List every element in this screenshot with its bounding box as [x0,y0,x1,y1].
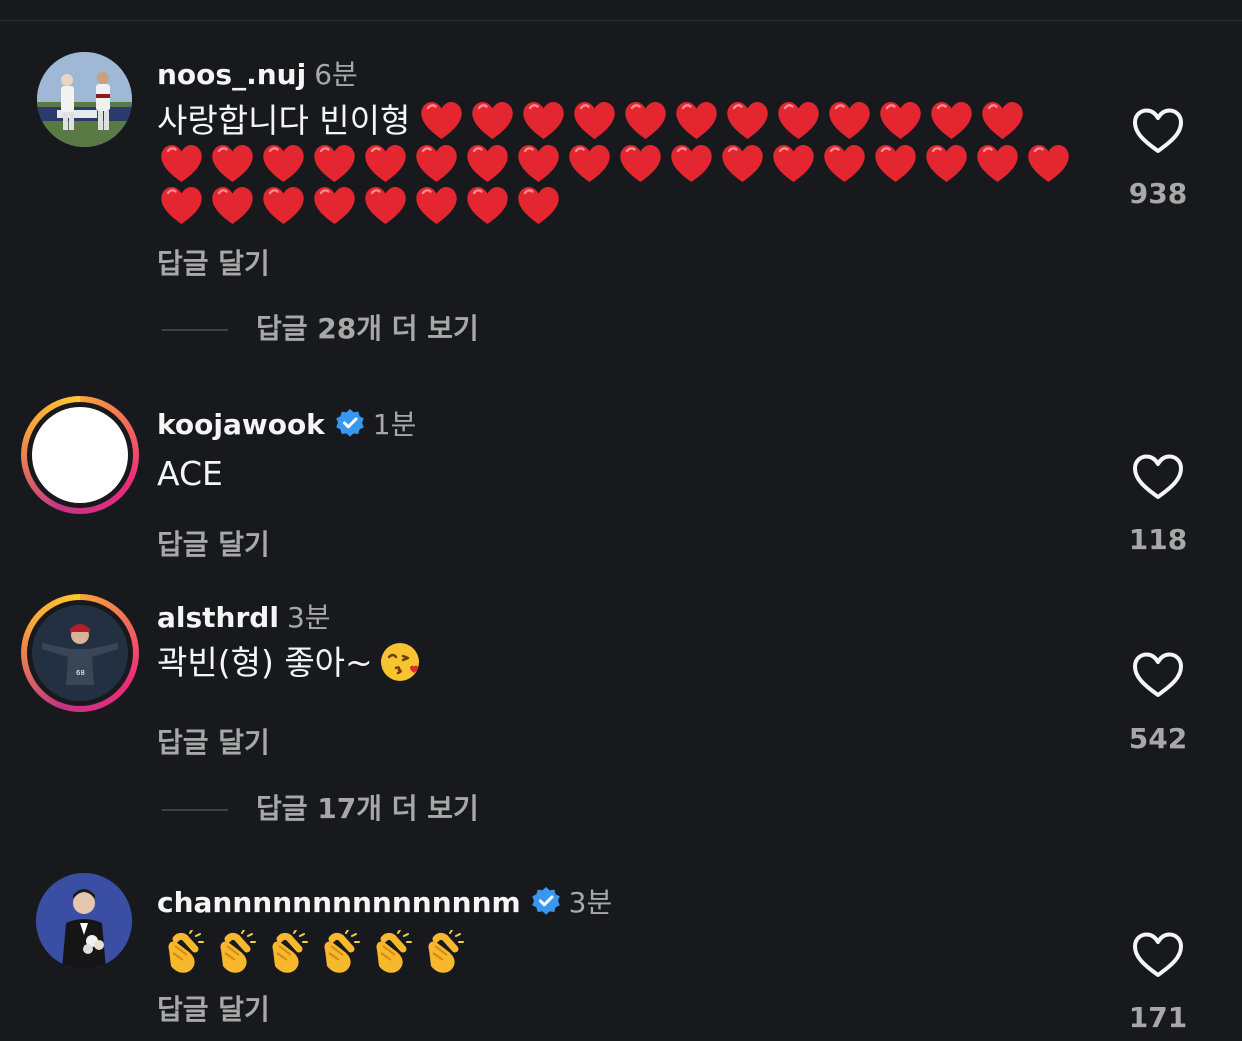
reply-button[interactable]: 답글 달기 [157,242,270,282]
clapping-emoji-row [159,930,465,976]
comment-text-body: 사랑합니다 빈이형 [157,101,411,140]
comment-time: 3분 [286,601,331,634]
man-with-flowers-photo-icon [36,873,132,969]
heart-emoji-row [419,99,1025,141]
red-heart-emoji-icon [516,142,561,184]
like-count: 171 [1128,1001,1188,1034]
red-heart-emoji-icon [618,142,663,184]
red-heart-emoji-icon [827,99,872,141]
red-heart-emoji-icon [980,99,1025,141]
comment-text-body: 곽빈(형) 좋아~ [157,643,373,682]
red-heart-emoji-icon [924,142,969,184]
comment-text: 사랑합니다 빈이형 [157,95,410,146]
svg-text:68: 68 [76,669,85,677]
red-heart-emoji-icon [465,142,510,184]
like-count: 542 [1128,722,1188,755]
reply-button[interactable]: 답글 달기 [157,988,270,1028]
red-heart-emoji-icon [159,142,204,184]
baseball-players-photo-icon [37,52,132,147]
like-heart-icon[interactable] [1132,108,1184,154]
view-more-replies-button[interactable]: 답글 17개 더 보기 [162,787,479,827]
red-heart-emoji-icon [669,142,714,184]
red-heart-emoji-icon [312,184,357,226]
comment-username[interactable]: noos_.nuj 6분 [157,53,358,93]
clapping-hands-emoji-icon [315,930,361,976]
view-more-replies-label: 답글 17개 더 보기 [256,792,479,825]
pitcher-celebrating-photo-icon: 68 [32,605,128,701]
avatar [32,407,128,503]
red-heart-emoji-icon [159,184,204,226]
heart-emoji-row [159,142,1071,184]
red-heart-emoji-icon [623,99,668,141]
comment-username[interactable]: alsthrdl 3분 [157,596,331,636]
verified-badge-icon [335,408,365,438]
red-heart-emoji-icon [261,142,306,184]
red-heart-emoji-icon [674,99,719,141]
red-heart-emoji-icon [312,142,357,184]
username-text[interactable]: alsthrdl [157,601,279,634]
like-heart-icon[interactable] [1132,932,1184,978]
red-heart-emoji-icon [776,99,821,141]
red-heart-emoji-icon [567,142,612,184]
clapping-hands-emoji-icon [159,930,205,976]
avatar[interactable] [37,52,132,147]
thread-line [162,329,228,331]
clapping-hands-emoji-icon [263,930,309,976]
red-heart-emoji-icon [210,142,255,184]
like-count: 118 [1128,523,1188,556]
username-text[interactable]: koojawook [157,408,325,441]
red-heart-emoji-icon [414,184,459,226]
comment-text: 곽빈(형) 좋아~ [157,637,423,688]
red-heart-emoji-icon [210,184,255,226]
face-blowing-kiss-emoji-icon [380,643,419,681]
username-text[interactable]: channnnnnnnnnnnnnm [157,886,521,919]
red-heart-emoji-icon [878,99,923,141]
reply-button[interactable]: 답글 달기 [157,721,270,761]
avatar: 68 [32,605,128,701]
red-heart-emoji-icon [521,99,566,141]
red-heart-emoji-icon [725,99,770,141]
red-heart-emoji-icon [873,142,918,184]
clapping-hands-emoji-icon [419,930,465,976]
clapping-hands-emoji-icon [367,930,413,976]
heart-emoji-row [159,184,561,226]
comment-time: 6분 [314,58,358,91]
avatar[interactable] [36,873,132,969]
red-heart-emoji-icon [929,99,974,141]
red-heart-emoji-icon [822,142,867,184]
like-heart-icon[interactable] [1132,652,1184,698]
view-more-replies-label: 답글 28개 더 보기 [256,312,479,345]
red-heart-emoji-icon [720,142,765,184]
red-heart-emoji-icon [470,99,515,141]
top-divider [0,20,1242,21]
story-ring[interactable] [21,396,139,514]
red-heart-emoji-icon [771,142,816,184]
red-heart-emoji-icon [465,184,510,226]
comment-username[interactable]: koojawook 1분 [157,403,416,443]
comment-text: ACE [157,454,223,493]
red-heart-emoji-icon [419,99,464,141]
red-heart-emoji-icon [975,142,1020,184]
like-count: 938 [1128,177,1188,210]
red-heart-emoji-icon [261,184,306,226]
red-heart-emoji-icon [516,184,561,226]
reply-button[interactable]: 답글 달기 [157,523,270,563]
red-heart-emoji-icon [363,184,408,226]
comment-username[interactable]: channnnnnnnnnnnnnm 3분 [157,881,612,921]
username-text[interactable]: noos_.nuj [157,58,306,91]
like-heart-icon[interactable] [1132,454,1184,500]
red-heart-emoji-icon [363,142,408,184]
clapping-hands-emoji-icon [211,930,257,976]
story-ring[interactable]: 68 [21,594,139,712]
view-more-replies-button[interactable]: 답글 28개 더 보기 [162,307,479,347]
red-heart-emoji-icon [572,99,617,141]
comment-time: 3분 [568,886,613,919]
thread-line [162,809,228,811]
verified-badge-icon [531,886,561,916]
red-heart-emoji-icon [1026,142,1071,184]
comment-time: 1분 [372,408,417,441]
red-heart-emoji-icon [414,142,459,184]
